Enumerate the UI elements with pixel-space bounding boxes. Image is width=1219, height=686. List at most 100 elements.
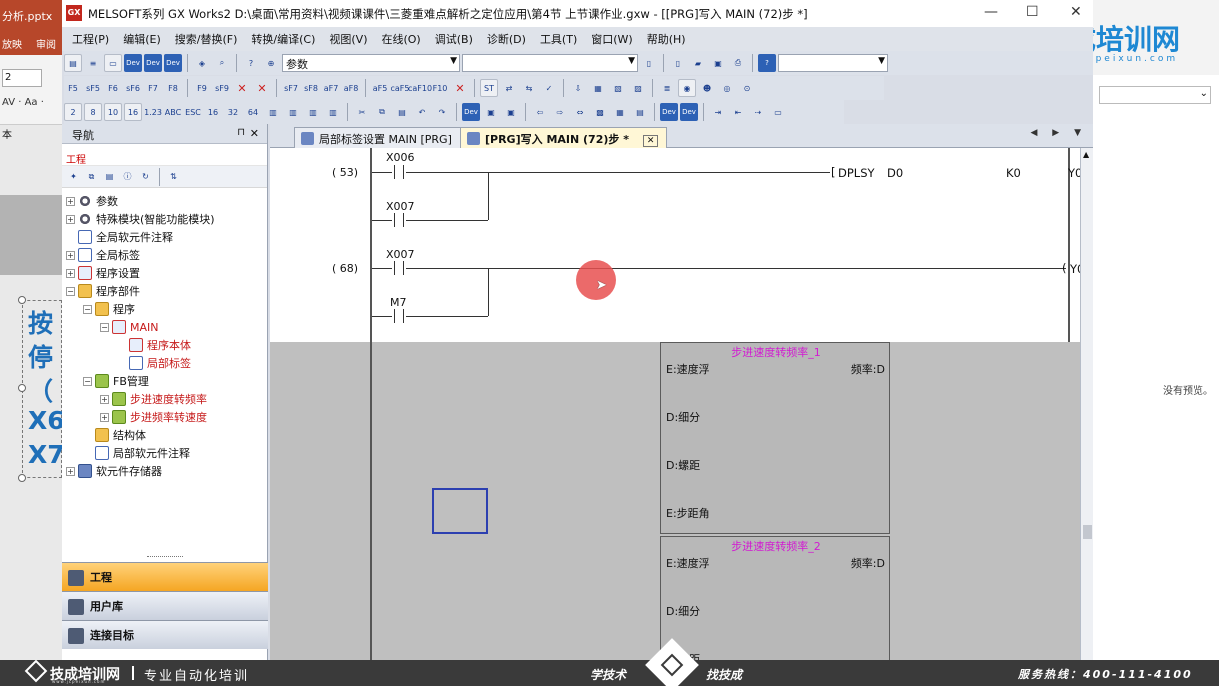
project-view-icon[interactable]: ▤ (64, 54, 82, 72)
new-project-icon[interactable]: ▯ (669, 54, 687, 72)
collapse-icon[interactable]: − (66, 286, 75, 296)
help-search-combo[interactable]: ▼ (778, 54, 888, 72)
16bit-icon[interactable]: 16 (204, 103, 222, 121)
resize-handle[interactable] (18, 384, 26, 392)
tree-item[interactable]: + 步进速度转频率 (62, 390, 267, 408)
parallel-rising-negate-icon[interactable]: caF10 (408, 79, 432, 97)
menu-help[interactable]: 帮助(H) (647, 31, 686, 47)
tree-item[interactable]: + 步进频率转速度 (62, 408, 267, 426)
application-instruction-icon[interactable]: F8 (164, 79, 182, 97)
sort-icon[interactable]: ⇅ (166, 169, 181, 184)
falling-pulse-icon[interactable]: sF8 (302, 79, 320, 97)
tree-item[interactable]: + 软元件存储器 (62, 462, 267, 480)
help-icon[interactable]: ? (242, 54, 260, 72)
memory-icon[interactable]: ▦ (611, 103, 629, 121)
collapse-icon[interactable]: − (100, 322, 109, 332)
rebuild-icon[interactable]: ▧ (609, 79, 627, 97)
write-plc-icon[interactable]: ⇨ (551, 103, 569, 121)
close-icon[interactable]: ✕ (642, 135, 659, 147)
collapse-icon[interactable]: − (83, 304, 92, 314)
vertical-scrollbar[interactable]: ▲ (1080, 148, 1093, 660)
fb-output-pin[interactable]: 频率:D (851, 555, 885, 571)
vertical-line-icon[interactable]: sF9 (213, 79, 231, 97)
column-icon[interactable]: ▥ (304, 103, 322, 121)
string-display-icon[interactable]: ABC (164, 103, 182, 121)
resize-handle[interactable] (18, 474, 26, 482)
fb-input-pin[interactable]: E:速度浮 (666, 555, 710, 571)
undo-icon[interactable]: ↶ (413, 103, 431, 121)
splitter-grip[interactable] (147, 556, 183, 559)
parallel-falling-icon[interactable]: aF8 (342, 79, 360, 97)
title-bar[interactable]: GX MELSOFT系列 GX Works2 D:\桌面\常用资料\视频课课件\… (62, 0, 1093, 27)
compile-icon[interactable]: ⇩ (569, 79, 587, 97)
delete-icon[interactable]: ▤ (102, 169, 117, 184)
scroll-up-icon[interactable]: ▲ (1083, 150, 1089, 159)
copy-icon[interactable]: ⧉ (373, 103, 391, 121)
binoculars-icon[interactable]: ⊕ (262, 54, 280, 72)
instruction-operand[interactable]: K0 (1006, 166, 1021, 180)
parallel-rising-icon[interactable]: aF7 (322, 79, 340, 97)
ppt-dropdown[interactable]: ⌄ (1099, 86, 1211, 104)
tree-item[interactable]: + 参数 (62, 192, 267, 210)
tree-item[interactable]: − 程序部件 (62, 282, 267, 300)
tree-item[interactable]: + 全局标签 (62, 246, 267, 264)
rung-convert-icon[interactable]: ⇄ (500, 79, 518, 97)
watch-icon[interactable]: ◎ (718, 79, 736, 97)
column-icon[interactable]: ▥ (324, 103, 342, 121)
help-blue-icon[interactable]: ? (758, 54, 776, 72)
coil-label[interactable]: Y007 (1070, 262, 1080, 276)
expand-icon[interactable]: + (66, 250, 75, 260)
new-file-icon[interactable]: ▯ (640, 54, 658, 72)
fb-output-pin[interactable]: 频率:D (851, 361, 885, 377)
pin-icon[interactable]: ⊓ (237, 127, 245, 138)
simulation-icon[interactable]: ▭ (769, 103, 787, 121)
menu-diagnostics[interactable]: 诊断(D) (487, 31, 526, 47)
monitor-mode-icon[interactable]: ◉ (678, 79, 696, 97)
parallel-open-contact-icon[interactable]: sF5 (84, 79, 102, 97)
build-icon[interactable]: ▦ (589, 79, 607, 97)
inversion-icon[interactable]: F10 (431, 79, 449, 97)
expand-icon[interactable]: + (66, 268, 75, 278)
ppt-slide-thumbnail[interactable] (0, 195, 62, 275)
tab-prg-write-main[interactable]: [PRG]写入 MAIN (72)步 * ✕ (460, 127, 668, 148)
closed-contact-icon[interactable]: F6 (104, 79, 122, 97)
verify-plc-icon[interactable]: ⇔ (571, 103, 589, 121)
open-contact[interactable] (392, 261, 406, 275)
coil-icon[interactable]: F7 (144, 79, 162, 97)
parallel-closed-contact-icon[interactable]: sF6 (124, 79, 142, 97)
menu-edit[interactable]: 编辑(E) (123, 31, 161, 47)
tree-item[interactable]: + 特殊模块(智能功能模块) (62, 210, 267, 228)
print-icon[interactable]: ⎙ (729, 54, 747, 72)
ppt-font-size-box[interactable]: 2 (2, 69, 42, 87)
open-contact[interactable] (392, 309, 406, 323)
paste-icon[interactable]: ▤ (393, 103, 411, 121)
fb-input-pin[interactable]: D:螺距 (666, 457, 700, 473)
ppt-tab-slideshow[interactable]: 放映 (2, 36, 22, 55)
tree-item[interactable]: 程序本体 (62, 336, 267, 354)
fb-input-pin[interactable]: D:细分 (666, 409, 700, 425)
menu-convert-compile[interactable]: 转换/编译(C) (251, 31, 315, 47)
zoom-icon[interactable]: ⊙ (738, 79, 756, 97)
property-icon[interactable]: ⓘ (120, 169, 135, 184)
refresh-icon[interactable]: ↻ (138, 169, 153, 184)
close-icon[interactable]: ✕ (250, 127, 259, 140)
nav-connection-button[interactable]: 连接目标 (62, 620, 268, 649)
delete-vertical-icon[interactable]: ✕ (253, 79, 271, 97)
minimize-button[interactable]: — (984, 4, 998, 20)
rung-check-icon[interactable]: ✓ (540, 79, 558, 97)
instruction-name[interactable]: DPLSY (838, 166, 875, 180)
monitor-stop-icon[interactable]: ▣ (502, 103, 520, 121)
collapse-icon[interactable]: − (83, 376, 92, 386)
open-contact[interactable] (392, 165, 406, 179)
tree-item[interactable]: − 程序 (62, 300, 267, 318)
ladder-view-icon[interactable]: ≣ (658, 79, 676, 97)
menu-tool[interactable]: 工具(T) (540, 31, 577, 47)
scrollbar-thumb[interactable] (1083, 525, 1092, 539)
read-plc-icon[interactable]: ⇦ (531, 103, 549, 121)
real-display-icon[interactable]: 1.23 (144, 103, 162, 121)
function-block[interactable]: 步进速度转频率_1 E:速度浮 频率:D D:细分 D:螺距 E:步距角 (660, 342, 890, 534)
skip-icon[interactable]: ⇢ (749, 103, 767, 121)
ppt-tab-review[interactable]: 审阅 (36, 36, 56, 55)
ppt-font-tools[interactable]: AV · Aa · (2, 97, 44, 108)
expand-icon[interactable]: + (100, 412, 109, 422)
